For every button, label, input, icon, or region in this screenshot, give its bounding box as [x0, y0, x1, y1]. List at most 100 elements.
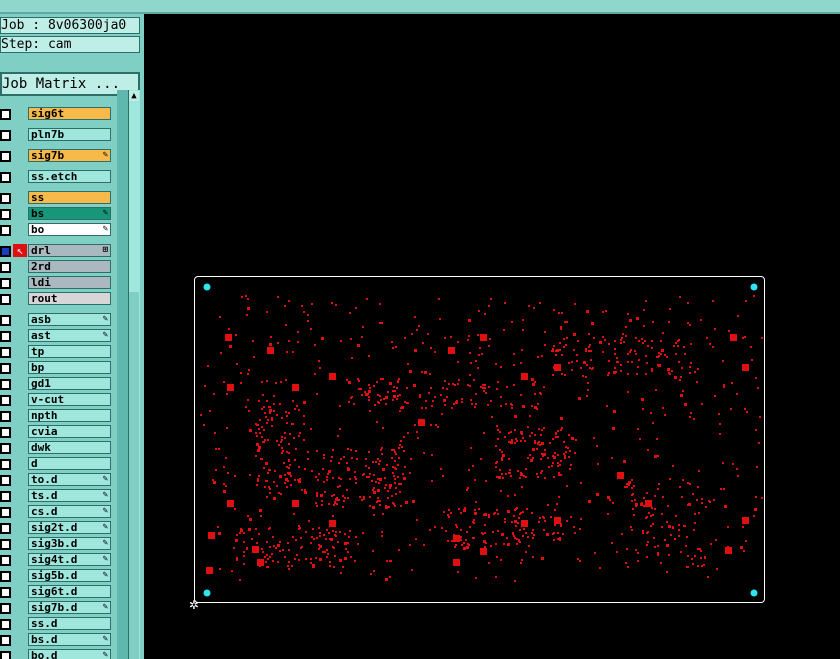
layer-name-button[interactable]: sig4t.d ✎	[28, 553, 111, 566]
layer-row-cs.d[interactable]: cs.d ✎	[0, 505, 116, 519]
layer-row-drl[interactable]: ↖ drl ⊞	[0, 244, 116, 258]
scrollbar-thumb[interactable]	[129, 292, 139, 659]
layer-name-button[interactable]: dwk	[28, 441, 111, 454]
layer-checkbox[interactable]	[0, 294, 11, 305]
layer-checkbox[interactable]	[0, 363, 11, 374]
layer-name-button[interactable]: pln7b	[28, 128, 111, 141]
layer-row-to.d[interactable]: to.d ✎	[0, 473, 116, 487]
layer-checkbox[interactable]	[0, 523, 11, 534]
layer-row-tp[interactable]: tp	[0, 345, 116, 359]
layer-checkbox[interactable]	[0, 411, 11, 422]
layer-checkbox[interactable]	[0, 151, 11, 162]
layer-row-ss[interactable]: ss	[0, 191, 116, 205]
layer-row-ss.etch[interactable]: ss.etch	[0, 170, 116, 184]
layer-list-scrollbar[interactable]: ▲	[117, 90, 140, 659]
layer-checkbox[interactable]	[0, 278, 11, 289]
layer-checkbox[interactable]	[0, 555, 11, 566]
layer-row-sig7b[interactable]: sig7b ✎	[0, 149, 116, 163]
scroll-up-arrow-icon[interactable]: ▲	[129, 91, 139, 101]
layer-name-button[interactable]: ss.etch	[28, 170, 111, 183]
layer-checkbox[interactable]	[0, 491, 11, 502]
layer-row-ldi[interactable]: ldi	[0, 276, 116, 290]
layer-checkbox[interactable]	[0, 225, 11, 236]
layer-name-button[interactable]: npth	[28, 409, 111, 422]
layer-row-sig5b.d[interactable]: sig5b.d ✎	[0, 569, 116, 583]
layer-checkbox[interactable]	[0, 209, 11, 220]
layer-name-button[interactable]: to.d ✎	[28, 473, 111, 486]
layer-name-button[interactable]: ast ✎	[28, 329, 111, 342]
layer-checkbox[interactable]	[0, 347, 11, 358]
layer-row-sig3b.d[interactable]: sig3b.d ✎	[0, 537, 116, 551]
layer-row-d[interactable]: d	[0, 457, 116, 471]
layer-row-sig2t.d[interactable]: sig2t.d ✎	[0, 521, 116, 535]
layer-name-button[interactable]: sig2t.d ✎	[28, 521, 111, 534]
layer-checkbox[interactable]	[0, 172, 11, 183]
layer-row-bp[interactable]: bp	[0, 361, 116, 375]
layer-name-button[interactable]: sig6t.d	[28, 585, 111, 598]
layer-name-button[interactable]: ts.d ✎	[28, 489, 111, 502]
layer-row-sig6t[interactable]: sig6t	[0, 107, 116, 121]
layer-name-button[interactable]: drl ⊞	[28, 244, 111, 257]
layer-checkbox[interactable]	[0, 315, 11, 326]
layer-checkbox[interactable]	[0, 427, 11, 438]
layer-checkbox[interactable]	[0, 507, 11, 518]
layer-name-button[interactable]: bp	[28, 361, 111, 374]
layer-row-sig4t.d[interactable]: sig4t.d ✎	[0, 553, 116, 567]
layer-row-bo.d[interactable]: bo.d ✎	[0, 649, 116, 659]
layer-checkbox[interactable]	[0, 130, 11, 141]
layer-row-bo[interactable]: bo ✎	[0, 223, 116, 237]
layer-name-button[interactable]: bo.d ✎	[28, 649, 111, 659]
layer-checkbox[interactable]	[0, 395, 11, 406]
layer-row-ast[interactable]: ast ✎	[0, 329, 116, 343]
layer-row-v-cut[interactable]: v-cut	[0, 393, 116, 407]
layer-name-button[interactable]: d	[28, 457, 111, 470]
layer-name-button[interactable]: gd1	[28, 377, 111, 390]
layer-checkbox[interactable]	[0, 109, 11, 120]
layer-name-button[interactable]: sig7b.d ✎	[28, 601, 111, 614]
layer-checkbox[interactable]	[0, 475, 11, 486]
layer-row-cvia[interactable]: cvia	[0, 425, 116, 439]
layer-name-button[interactable]: ldi	[28, 276, 111, 289]
layer-row-asb[interactable]: asb ✎	[0, 313, 116, 327]
layer-name-button[interactable]: tp	[28, 345, 111, 358]
layer-checkbox[interactable]	[0, 539, 11, 550]
layer-name-button[interactable]: sig7b ✎	[28, 149, 111, 162]
layer-name-button[interactable]: bo ✎	[28, 223, 111, 236]
layer-row-sig6t.d[interactable]: sig6t.d	[0, 585, 116, 599]
layer-checkbox[interactable]	[0, 603, 11, 614]
layer-name-button[interactable]: bs.d ✎	[28, 633, 111, 646]
layer-name-button[interactable]: sig6t	[28, 107, 111, 120]
layer-row-npth[interactable]: npth	[0, 409, 116, 423]
layer-checkbox[interactable]	[0, 262, 11, 273]
layer-checkbox[interactable]	[0, 193, 11, 204]
layer-name-button[interactable]: cs.d ✎	[28, 505, 111, 518]
layer-name-button[interactable]: ss	[28, 191, 111, 204]
layer-name-button[interactable]: v-cut	[28, 393, 111, 406]
layer-row-gd1[interactable]: gd1	[0, 377, 116, 391]
layer-name-button[interactable]: bs ✎	[28, 207, 111, 220]
layer-row-ss.d[interactable]: ss.d	[0, 617, 116, 631]
layer-name-button[interactable]: rout	[28, 292, 111, 305]
layer-name-button[interactable]: sig5b.d ✎	[28, 569, 111, 582]
layer-checkbox[interactable]	[0, 587, 11, 598]
layer-name-button[interactable]: ss.d	[28, 617, 111, 630]
layer-row-ts.d[interactable]: ts.d ✎	[0, 489, 116, 503]
layer-checkbox[interactable]	[0, 379, 11, 390]
layer-row-sig7b.d[interactable]: sig7b.d ✎	[0, 601, 116, 615]
layer-row-bs.d[interactable]: bs.d ✎	[0, 633, 116, 647]
layer-checkbox[interactable]	[0, 635, 11, 646]
layer-checkbox[interactable]	[0, 459, 11, 470]
layer-name-button[interactable]: 2rd	[28, 260, 111, 273]
layer-row-2rd[interactable]: 2rd	[0, 260, 116, 274]
layer-row-bs[interactable]: bs ✎	[0, 207, 116, 221]
layer-name-button[interactable]: asb ✎	[28, 313, 111, 326]
layer-row-dwk[interactable]: dwk	[0, 441, 116, 455]
layer-row-rout[interactable]: rout	[0, 292, 116, 306]
layer-checkbox[interactable]	[0, 619, 11, 630]
layer-name-button[interactable]: sig3b.d ✎	[28, 537, 111, 550]
layer-checkbox[interactable]	[0, 246, 11, 257]
layer-checkbox[interactable]	[0, 651, 11, 659]
layer-checkbox[interactable]	[0, 443, 11, 454]
layer-name-button[interactable]: cvia	[28, 425, 111, 438]
layer-checkbox[interactable]	[0, 571, 11, 582]
